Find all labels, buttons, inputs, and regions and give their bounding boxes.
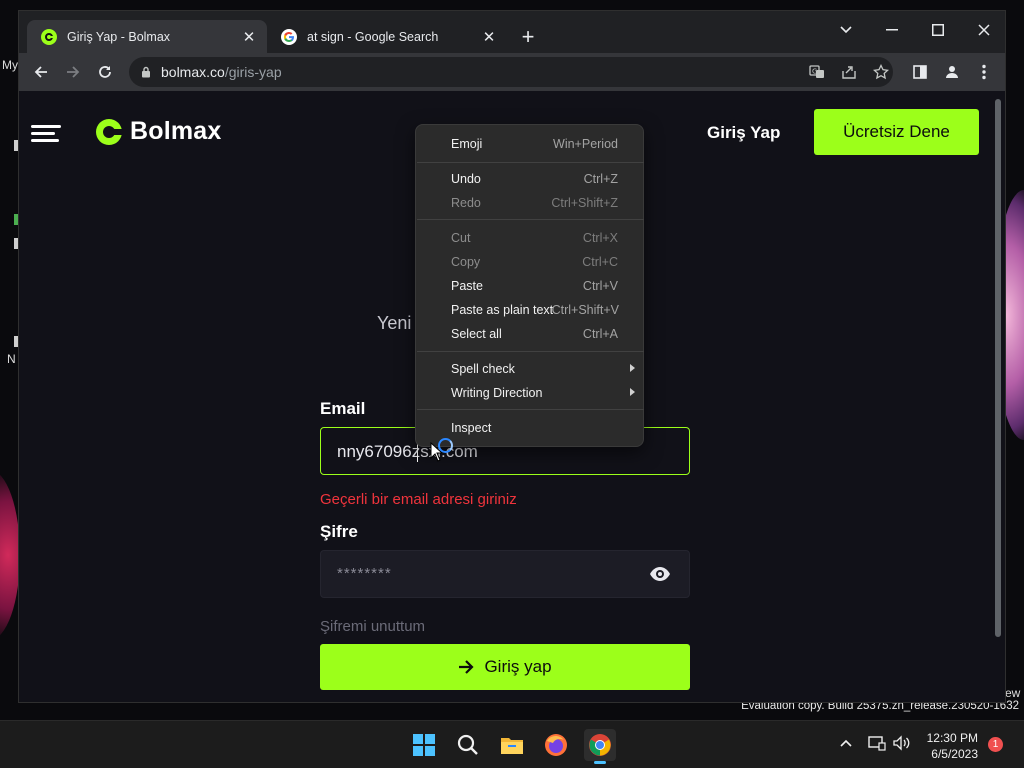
hamburger-menu-icon[interactable] [31, 125, 61, 143]
nav-login-link[interactable]: Giriş Yap [707, 123, 780, 143]
chrome-icon[interactable] [584, 729, 616, 764]
back-arrow-icon[interactable] [27, 58, 55, 86]
close-window-icon[interactable] [971, 17, 997, 43]
login-submit-label: Giriş yap [484, 657, 552, 676]
password-placeholder: ******** [337, 565, 392, 582]
menu-item-spell-check[interactable]: Spell check [416, 358, 643, 380]
menu-item-inspect[interactable]: Inspect [416, 417, 643, 439]
minimize-icon[interactable] [879, 17, 905, 43]
taskbar-clock[interactable]: 12:30 PM 6/5/2023 [920, 730, 978, 762]
tray-chevron-up-icon[interactable] [838, 735, 854, 751]
password-field[interactable]: ******** [320, 550, 690, 598]
clock-time: 12:30 PM [926, 731, 978, 745]
bolmax-favicon-icon [41, 28, 57, 45]
menu-item-copy[interactable]: Copy Ctrl+C [416, 251, 643, 273]
menu-item-select-all[interactable]: Select all Ctrl+A [416, 323, 643, 345]
tab-bolmax[interactable]: Giriş Yap - Bolmax ✕ [27, 20, 267, 53]
tab-google-search[interactable]: at sign - Google Search ✕ [267, 20, 507, 53]
submenu-arrow-icon [630, 364, 635, 372]
tab-search-icon[interactable] [833, 17, 859, 43]
menu-separator [417, 351, 644, 352]
browser-toolbar: bolmax.co/giris-yap G [19, 53, 1005, 91]
lock-icon[interactable] [141, 65, 151, 83]
menu-item-paste-plain[interactable]: Paste as plain text Ctrl+Shift+V [416, 299, 643, 321]
menu-separator [417, 162, 644, 163]
close-tab-icon[interactable]: ✕ [241, 29, 257, 46]
forward-arrow-icon[interactable] [59, 58, 87, 86]
tab-title: Giriş Yap - Bolmax [67, 29, 171, 44]
volume-icon[interactable] [892, 735, 910, 751]
kebab-menu-icon[interactable] [970, 58, 998, 86]
desktop-icon-label[interactable]: My [2, 58, 18, 72]
search-icon[interactable] [452, 729, 484, 761]
brand-name: Bolmax [130, 117, 222, 145]
url-path: /giris-yap [224, 64, 282, 80]
password-label: Şifre [320, 522, 358, 541]
active-app-indicator [594, 761, 606, 764]
email-label: Email [320, 399, 366, 418]
menu-item-undo[interactable]: Undo Ctrl+Z [416, 168, 643, 190]
tab-title: at sign - Google Search [307, 29, 439, 44]
menu-item-writing-direction[interactable]: Writing Direction [416, 382, 643, 404]
email-error-message: Geçerli bir email adresi giriniz [320, 491, 517, 508]
desktop-icon-label[interactable]: N [7, 352, 16, 366]
taskbar: 12:30 PM 6/5/2023 1 [0, 720, 1024, 768]
clock-date: 6/5/2023 [931, 747, 978, 761]
reload-icon[interactable] [91, 58, 119, 86]
google-favicon-icon [281, 28, 297, 45]
address-bar[interactable]: bolmax.co/giris-yap G [129, 57, 893, 87]
context-menu: Emoji Win+Period Undo Ctrl+Z Redo Ctrl+Shif… [415, 124, 644, 447]
show-password-eye-icon[interactable] [649, 565, 671, 583]
file-explorer-icon[interactable] [496, 729, 528, 761]
network-icon[interactable] [868, 735, 886, 751]
submenu-arrow-icon [630, 388, 635, 396]
mouse-pointer-icon [430, 442, 442, 462]
menu-separator [417, 219, 644, 220]
arrow-right-icon [458, 660, 475, 674]
wallpaper-glow-left [0, 470, 20, 640]
close-tab-icon[interactable]: ✕ [481, 29, 497, 46]
forgot-password-link[interactable]: Şifremi unuttum [320, 618, 425, 635]
translate-icon[interactable]: G [807, 62, 827, 82]
menu-item-cut[interactable]: Cut Ctrl+X [416, 227, 643, 249]
notification-badge[interactable]: 1 [988, 737, 1003, 752]
firefox-icon[interactable] [540, 729, 572, 761]
new-tab-button[interactable]: + [516, 24, 540, 49]
menu-item-emoji[interactable]: Emoji Win+Period [416, 133, 643, 155]
side-panel-icon[interactable] [906, 58, 934, 86]
share-icon[interactable] [839, 62, 859, 82]
menu-item-paste[interactable]: Paste Ctrl+V [416, 275, 643, 297]
url-text[interactable]: bolmax.co/giris-yap [161, 64, 282, 80]
bolmax-logo[interactable]: Bolmax [95, 117, 222, 146]
profile-icon[interactable] [938, 58, 966, 86]
page-subheading: Yeni [377, 313, 412, 333]
menu-separator [417, 409, 644, 410]
maximize-icon[interactable] [925, 17, 951, 43]
free-trial-button[interactable]: Ücretsiz Dene [814, 109, 979, 155]
page-scrollbar[interactable] [995, 99, 1001, 637]
bolmax-logo-icon [96, 118, 123, 145]
menu-item-redo[interactable]: Redo Ctrl+Shift+Z [416, 192, 643, 214]
login-submit-button[interactable]: Giriş yap [320, 644, 690, 690]
url-host: bolmax.co [161, 64, 225, 80]
desktop-icon-label[interactable]: ew [1005, 686, 1020, 700]
start-icon[interactable] [408, 729, 440, 761]
tab-strip: Giriş Yap - Bolmax ✕ at sign - Google Se… [19, 11, 1005, 53]
bookmark-star-icon[interactable] [871, 62, 891, 82]
